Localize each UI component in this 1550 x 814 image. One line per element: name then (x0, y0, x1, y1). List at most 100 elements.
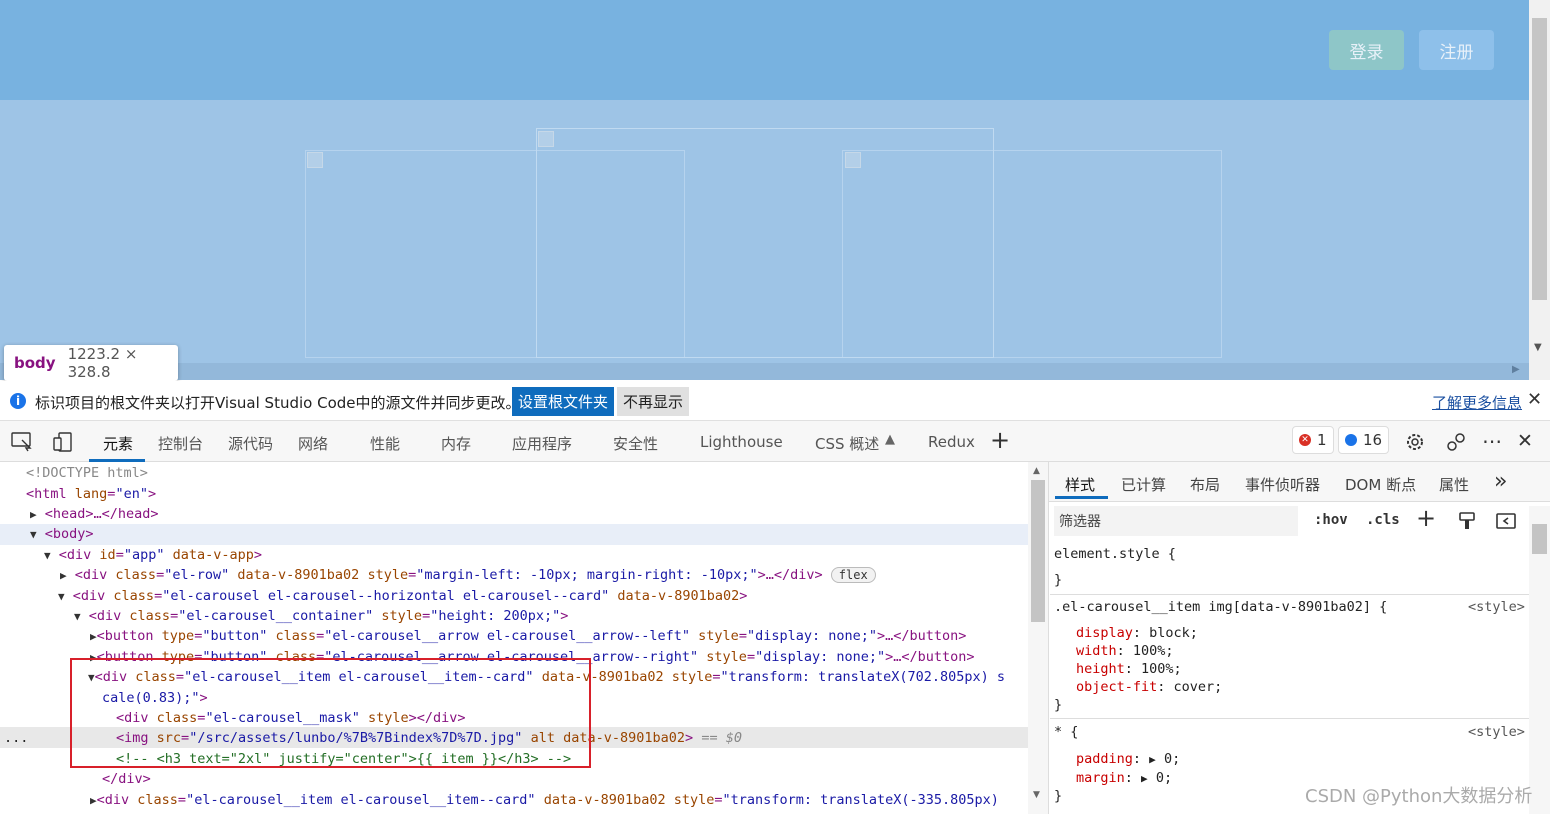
expand-triangle-icon[interactable]: ▶ (60, 569, 67, 582)
dom-node-head[interactable]: ▶ <head>…</head> (30, 504, 159, 524)
tab-styles[interactable]: 样式 (1065, 474, 1095, 495)
inspect-element-icon[interactable] (11, 432, 33, 452)
scroll-down-icon[interactable]: ▼ (1534, 342, 1542, 353)
collapse-triangle-icon[interactable]: ▼ (74, 610, 81, 623)
tab-computed[interactable]: 已计算 (1121, 474, 1166, 495)
css-declaration[interactable]: width: 100%; (1076, 643, 1174, 659)
css-declaration[interactable]: display: block; (1076, 625, 1198, 641)
dom-node-el-row[interactable]: ▶ <div class="el-row" data-v-8901ba02 st… (60, 565, 876, 585)
close-icon[interactable]: ✕ (1527, 389, 1542, 410)
attr-name: id (99, 547, 116, 563)
flex-badge[interactable]: flex (830, 567, 876, 583)
message-icon (1345, 434, 1357, 446)
expand-triangle-icon[interactable]: ▶ (90, 630, 97, 643)
dom-node-div-close[interactable]: </div> (102, 769, 151, 789)
rule-selector[interactable]: .el-carousel__item img[data-v-8901ba02] … (1054, 599, 1387, 615)
attr-name: class (129, 608, 171, 624)
dom-node-app[interactable]: ▼ <div id="app" data-v-app> (44, 545, 262, 565)
register-button[interactable]: 注册 (1419, 30, 1494, 70)
tab-application[interactable]: 应用程序 (512, 433, 572, 454)
tab-layout[interactable]: 布局 (1190, 474, 1220, 495)
rule-source-link[interactable]: <style> (1468, 724, 1525, 740)
more-options-icon[interactable]: ⋯ (1482, 429, 1502, 453)
rule-selector[interactable]: * { (1054, 724, 1078, 740)
error-count-badge[interactable]: ✕ 1 (1292, 426, 1334, 454)
cls-toggle[interactable]: .cls (1366, 512, 1400, 528)
attr-name: style (706, 649, 747, 665)
row-ellipsis-icon[interactable]: ... (4, 730, 28, 746)
css-property: width (1076, 643, 1117, 659)
attr-name: class (275, 628, 317, 644)
tab-dom-breakpoints[interactable]: DOM 断点 (1345, 474, 1416, 495)
tab-lighthouse[interactable]: Lighthouse (700, 433, 783, 451)
more-tabs-icon[interactable]: » (1494, 469, 1507, 494)
hov-toggle[interactable]: :hov (1314, 512, 1348, 528)
tag-text: <head>…</head> (44, 506, 159, 522)
customize-icon[interactable] (1445, 431, 1467, 453)
css-declaration[interactable]: height: 100%; (1076, 661, 1182, 677)
doctype-text: <!DOCTYPE html> (26, 465, 148, 481)
expand-triangle-icon[interactable]: ▶ (90, 794, 97, 807)
scroll-up-icon[interactable]: ▲ (1033, 466, 1040, 476)
tab-console[interactable]: 控制台 (158, 433, 203, 454)
css-declaration[interactable]: object-fit: cover; (1076, 679, 1222, 695)
dom-node-carousel-item-2[interactable]: ▶<div class="el-carousel__item el-carous… (90, 790, 999, 810)
elements-scroll-thumb[interactable] (1031, 480, 1045, 622)
toggle-sidebar-icon[interactable] (1496, 512, 1516, 530)
learn-more-link[interactable]: 了解更多信息 (1432, 392, 1522, 413)
selected-node-marker: == $0 (701, 730, 742, 746)
dom-node-el-carousel[interactable]: ▼ <div class="el-carousel el-carousel--h… (58, 586, 747, 606)
add-tab-icon[interactable]: + (990, 426, 1010, 454)
collapse-triangle-icon[interactable]: ▼ (30, 528, 37, 541)
close-devtools-icon[interactable]: ✕ (1517, 430, 1533, 452)
dom-row-ellipsis[interactable]: ... (4, 728, 28, 748)
dont-show-again-button[interactable]: 不再显示 (617, 387, 690, 416)
annotation-highlight-box (70, 658, 591, 768)
tag-text: <div (58, 547, 92, 563)
login-button[interactable]: 登录 (1329, 30, 1404, 70)
watermark-text: CSDN @Python大数据分析 (1305, 786, 1533, 807)
scroll-down-icon[interactable]: ▼ (1033, 790, 1040, 800)
tab-redux[interactable]: Redux (928, 433, 975, 451)
styles-filter-input[interactable]: 筛选器 (1054, 506, 1298, 536)
tab-sources[interactable]: 源代码 (228, 433, 273, 454)
tag-text: <body> (44, 526, 94, 542)
dom-node-carousel-container[interactable]: ▼ <div class="el-carousel__container" st… (74, 606, 568, 626)
expand-triangle-icon[interactable]: ▶ (1141, 772, 1148, 785)
scroll-right-icon[interactable]: ▶ (1512, 364, 1520, 375)
message-count: 16 (1363, 431, 1383, 449)
preview-horizontal-scrollbar[interactable] (0, 363, 1529, 380)
set-root-folder-button[interactable]: 设置根文件夹 (512, 387, 615, 416)
new-style-rule-icon[interactable]: + (1416, 504, 1436, 532)
collapse-triangle-icon[interactable]: ▼ (44, 549, 51, 562)
rule-source-link[interactable]: <style> (1468, 599, 1525, 615)
styles-scroll-thumb[interactable] (1532, 524, 1547, 554)
experiment-flask-icon: ▲ (885, 432, 895, 447)
tab-performance[interactable]: 性能 (370, 433, 400, 454)
css-declaration[interactable]: padding: ▶ 0; (1076, 751, 1180, 767)
expand-triangle-icon[interactable]: ▶ (30, 508, 37, 521)
tab-security[interactable]: 安全性 (613, 433, 658, 454)
tag-text: > (147, 486, 157, 502)
element-style-selector[interactable]: element.style { (1054, 546, 1176, 562)
tab-event-listeners[interactable]: 事件侦听器 (1245, 474, 1320, 495)
css-declaration[interactable]: margin: ▶ 0; (1076, 770, 1172, 786)
tab-memory[interactable]: 内存 (441, 433, 471, 454)
dom-node-body[interactable]: ▼ <body> (30, 524, 94, 544)
paint-brush-icon[interactable] (1458, 511, 1476, 531)
expand-triangle-icon[interactable]: ▶ (1149, 753, 1156, 766)
device-toolbar-icon[interactable] (52, 431, 74, 453)
tab-properties[interactable]: 属性 (1439, 474, 1469, 495)
dom-node-arrow-left[interactable]: ▶<button type="button" class="el-carouse… (90, 626, 966, 646)
dom-node-html[interactable]: <html lang="en"> (26, 484, 156, 504)
collapse-triangle-icon[interactable]: ▼ (58, 590, 65, 603)
carousel-card-active[interactable] (536, 128, 994, 358)
gear-icon[interactable] (1404, 431, 1426, 453)
tag-text: > (560, 608, 569, 624)
message-count-badge[interactable]: 16 (1338, 426, 1390, 454)
tab-network[interactable]: 网络 (298, 433, 328, 454)
dom-node-doctype[interactable]: <!DOCTYPE html> (26, 463, 148, 483)
preview-scroll-thumb[interactable] (1532, 18, 1547, 300)
tab-elements[interactable]: 元素 (103, 433, 133, 454)
tab-css-overview[interactable]: CSS 概述 (815, 433, 879, 454)
